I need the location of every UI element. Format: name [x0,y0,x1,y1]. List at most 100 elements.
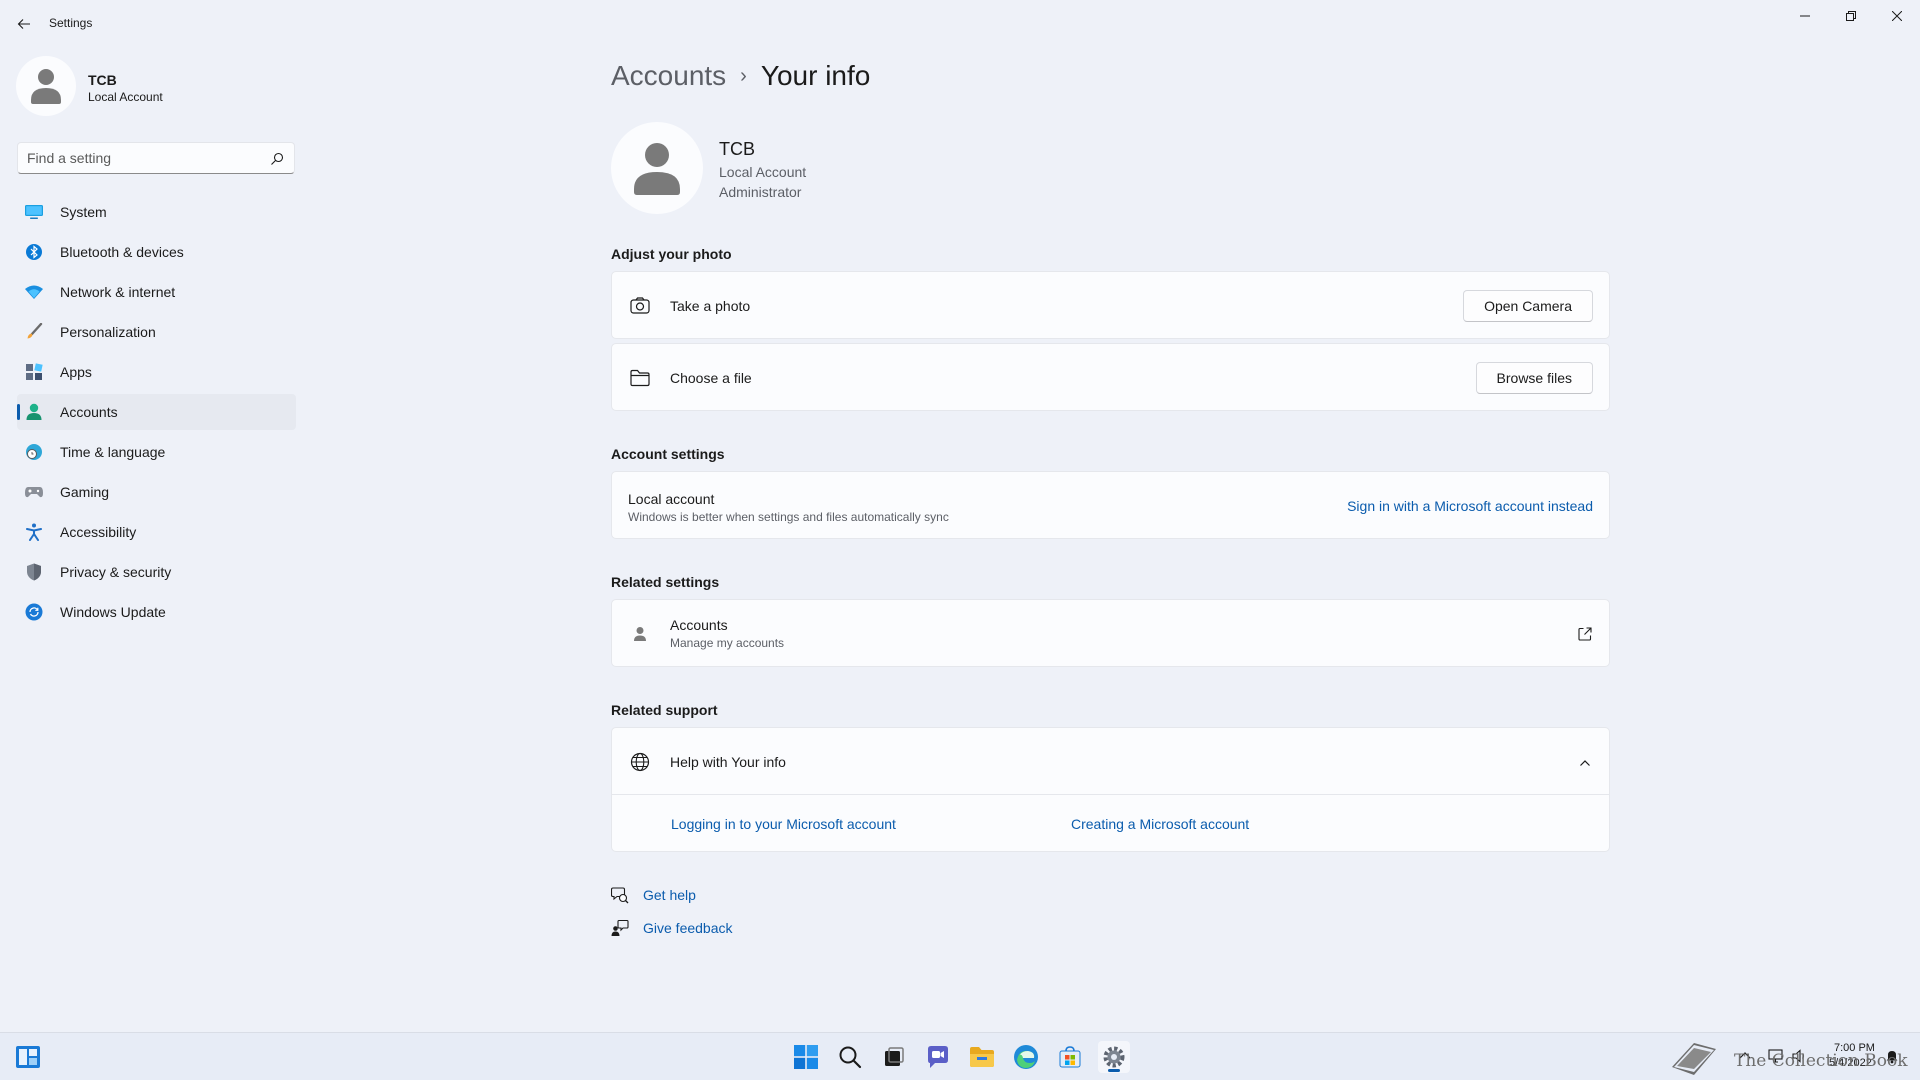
search-icon [839,1046,862,1069]
get-help-label: Get help [643,887,696,903]
search-icon[interactable] [270,152,284,166]
choose-file-card: Choose a file Browse files [611,343,1610,411]
sidebar-item-network[interactable]: Network & internet [17,274,296,310]
start-button[interactable] [790,1041,822,1073]
search-box[interactable] [17,142,295,174]
person-icon [25,403,43,421]
sidebar-item-bluetooth[interactable]: Bluetooth & devices [17,234,296,270]
section-title-related-settings: Related settings [611,574,720,590]
watermark: The Collection Book [1668,1041,1918,1077]
give-feedback-link[interactable]: Give feedback [611,917,733,939]
folder-icon [629,367,651,389]
start-icon [794,1045,818,1069]
store-icon [1059,1046,1081,1068]
give-feedback-label: Give feedback [643,920,733,936]
take-photo-card: Take a photo Open Camera [611,271,1610,339]
title-bar: Settings [0,0,1920,48]
sidebar-item-label: Apps [60,364,92,380]
wifi-icon [25,283,43,301]
take-photo-label: Take a photo [670,298,751,314]
person-icon [634,143,680,195]
back-button[interactable] [10,10,38,38]
restore-button[interactable] [1828,0,1874,32]
settings-icon [1103,1046,1125,1068]
search-input[interactable] [27,149,257,167]
feedback-icon [611,919,629,937]
accessibility-icon [25,523,43,541]
related-accounts-label: Accounts [670,617,728,633]
brush-icon [25,323,43,341]
globe-clock-icon [25,443,43,461]
close-icon [1892,11,1902,21]
sidebar-profile[interactable]: TCB Local Account [16,56,296,120]
choose-file-label: Choose a file [670,370,752,386]
taskbar-search-button[interactable] [834,1041,866,1073]
open-camera-button[interactable]: Open Camera [1463,290,1593,322]
help-expander-header[interactable]: Help with Your info [612,728,1609,795]
browse-files-button[interactable]: Browse files [1475,362,1593,394]
active-app-indicator [1108,1069,1120,1072]
page-title: Your info [760,60,871,91]
sign-in-microsoft-link[interactable]: Sign in with a Microsoft account instead [1347,498,1593,514]
person-icon [31,69,61,104]
user-role: Administrator [719,184,802,200]
widgets-icon [16,1046,40,1068]
avatar [16,56,76,116]
sidebar-item-time-language[interactable]: Time & language [17,434,296,470]
local-account-label: Local account [628,491,715,507]
help-chat-icon [611,886,629,904]
store-button[interactable] [1054,1041,1086,1073]
help-link-creating-account[interactable]: Creating a Microsoft account [1071,816,1249,832]
sidebar-item-label: Bluetooth & devices [60,244,184,260]
widgets-button[interactable] [12,1041,44,1073]
chat-icon [928,1046,948,1068]
taskbar: 7:00 PM 5/4/2022 [0,1032,1920,1080]
close-button[interactable] [1874,0,1920,32]
file-explorer-button[interactable] [966,1041,998,1073]
help-expander: Help with Your info Logging in to your M… [611,727,1610,852]
sidebar-item-accounts[interactable]: Accounts [17,394,296,430]
camera-icon [629,295,651,317]
sidebar-item-gaming[interactable]: Gaming [17,474,296,510]
sidebar-item-label: Network & internet [60,284,176,300]
get-help-link[interactable]: Get help [611,884,696,906]
file-explorer-icon [970,1047,994,1067]
related-accounts-card[interactable]: Accounts Manage my accounts [611,599,1610,667]
sidebar-item-accessibility[interactable]: Accessibility [17,514,296,550]
sidebar-item-personalization[interactable]: Personalization [17,314,296,350]
settings-taskbar-button[interactable] [1098,1041,1130,1073]
sidebar-item-windows-update[interactable]: Windows Update [17,594,296,630]
sidebar-item-privacy[interactable]: Privacy & security [17,554,296,590]
user-info-card: TCB Local Account Administrator [611,122,1111,218]
sidebar-item-system[interactable]: System [17,194,296,230]
profile-account-type: Local Account [88,90,163,104]
globe-icon [629,751,651,773]
watermark-text: The Collection Book [1734,1051,1908,1071]
minimize-button[interactable] [1782,0,1828,32]
breadcrumb: Accounts › Your info [611,56,870,96]
avatar [611,122,703,214]
apps-icon [25,363,43,381]
chevron-up-icon[interactable] [1579,756,1591,768]
edge-button[interactable] [1010,1041,1042,1073]
shield-icon [25,563,43,581]
external-link-icon [1577,626,1593,642]
minimize-icon [1800,15,1810,17]
task-view-button[interactable] [878,1041,910,1073]
section-title-adjust-photo: Adjust your photo [611,246,732,262]
back-arrow-icon [17,19,30,29]
sidebar-item-apps[interactable]: Apps [17,354,296,390]
gamepad-icon [25,483,43,501]
section-title-account-settings: Account settings [611,446,725,462]
help-link-logging-in[interactable]: Logging in to your Microsoft account [671,816,896,832]
restore-icon [1846,11,1856,21]
breadcrumb-parent[interactable]: Accounts [611,60,726,92]
chat-button[interactable] [922,1041,954,1073]
help-expander-label: Help with Your info [670,754,786,770]
sidebar-item-label: System [60,204,107,220]
related-accounts-description: Manage my accounts [670,636,785,650]
sidebar-nav: System Bluetooth & devices Network & int… [17,194,296,634]
bluetooth-icon [25,243,43,261]
update-icon [25,603,43,621]
local-account-description: Windows is better when settings and file… [628,510,949,524]
